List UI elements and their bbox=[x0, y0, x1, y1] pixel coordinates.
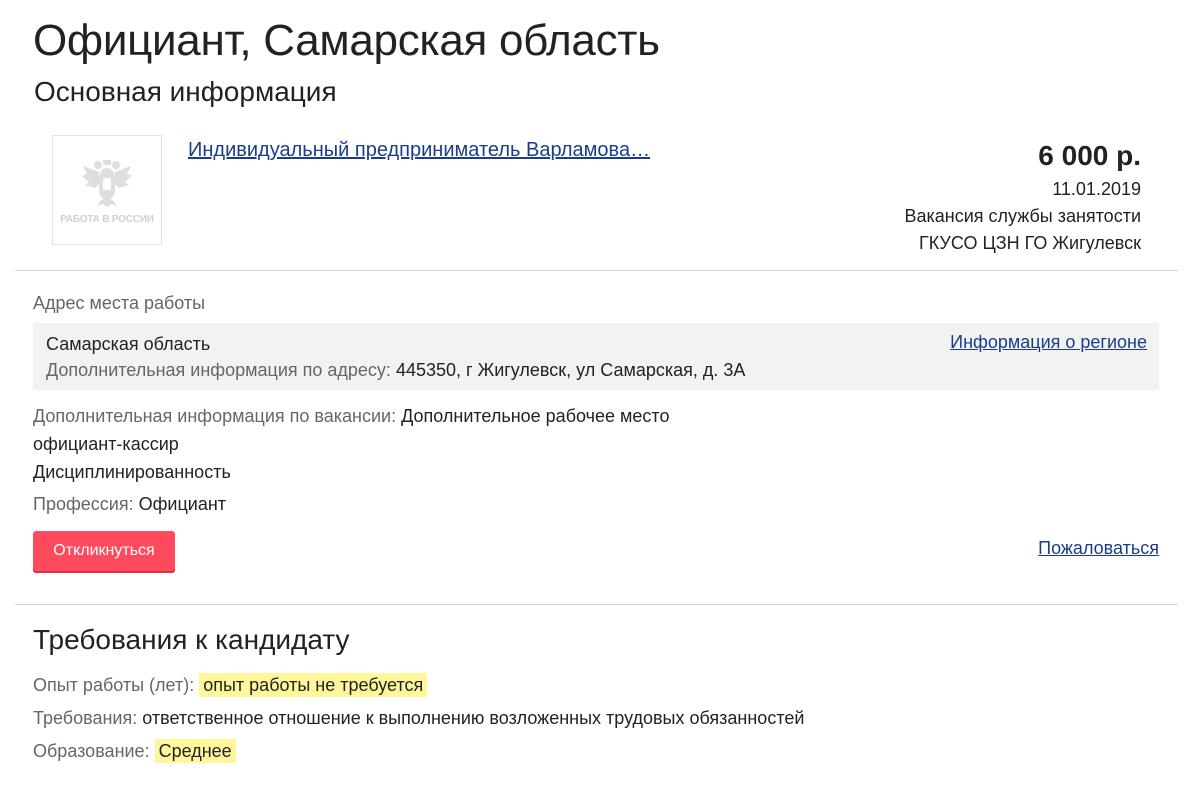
vacancy-date: 11.01.2019 bbox=[1052, 179, 1141, 199]
education-value: Среднее bbox=[154, 739, 236, 763]
requirements-row: Требования: ответственное отношение к вы… bbox=[33, 704, 804, 732]
profession: Профессия: Официант bbox=[33, 490, 226, 518]
region-info-link[interactable]: Информация о регионе bbox=[950, 332, 1147, 353]
section-title-main-info: Основная информация bbox=[34, 76, 337, 107]
address-extra-label: Дополнительная информация по адресу: bbox=[46, 360, 391, 380]
profession-value: Официант bbox=[138, 494, 227, 514]
profession-label: Профессия: bbox=[33, 494, 134, 514]
address-box: Самарская область Дополнительная информа… bbox=[33, 323, 1159, 390]
employer-link[interactable]: Индивидуальный предприниматель Варламова… bbox=[188, 139, 650, 162]
divider bbox=[15, 604, 1178, 605]
employer-logo-text: РАБОТА В РОССИИ bbox=[60, 213, 154, 225]
complain-link[interactable]: Пожаловаться bbox=[1038, 538, 1159, 559]
section-title-requirements: Требования к кандидату bbox=[33, 624, 350, 655]
experience-row: Опыт работы (лет): опыт работы не требуе… bbox=[33, 671, 428, 699]
vacancy-extra-line: официант-кассир bbox=[33, 434, 179, 454]
vacancy-agency: ГКУСО ЦЗН ГО Жигулевск bbox=[919, 233, 1141, 253]
requirements-label: Требования: bbox=[33, 708, 138, 728]
experience-label: Опыт работы (лет): bbox=[33, 675, 195, 695]
vacancy-extra-line: Дисциплинированность bbox=[33, 462, 231, 482]
address-label: Адрес места работы bbox=[33, 293, 206, 313]
vacancy-page: Официант, Самарская область Основная инф… bbox=[0, 0, 1200, 804]
respond-button[interactable]: Откликнуться bbox=[33, 531, 175, 571]
employer-logo: РАБОТА В РОССИИ bbox=[52, 135, 162, 245]
vacancy-extra-label: Дополнительная информация по вакансии: bbox=[33, 406, 397, 426]
address-extra-value: 445350, г Жигулевск, ул Самарская, д. 3А bbox=[395, 360, 746, 380]
page-title: Официант, Самарская область bbox=[33, 16, 660, 65]
vacancy-source: Вакансия службы занятости bbox=[904, 206, 1141, 226]
double-headed-eagle-icon bbox=[82, 159, 132, 207]
vacancy-meta: 6 000 р. 11.01.2019 Вакансия службы заня… bbox=[904, 140, 1141, 257]
vacancy-extra-line: Дополнительное рабочее место bbox=[401, 406, 670, 426]
experience-value: опыт работы не требуется bbox=[199, 673, 428, 697]
salary: 6 000 р. bbox=[1038, 140, 1141, 171]
address-extra: Дополнительная информация по адресу: 445… bbox=[46, 356, 1146, 384]
requirements-value: ответственное отношение к выполнению воз… bbox=[142, 708, 805, 728]
education-row: Образование: Среднее bbox=[33, 737, 236, 765]
vacancy-extra-info: Дополнительная информация по вакансии: Д… bbox=[33, 402, 669, 486]
education-label: Образование: bbox=[33, 741, 150, 761]
divider bbox=[15, 270, 1178, 271]
